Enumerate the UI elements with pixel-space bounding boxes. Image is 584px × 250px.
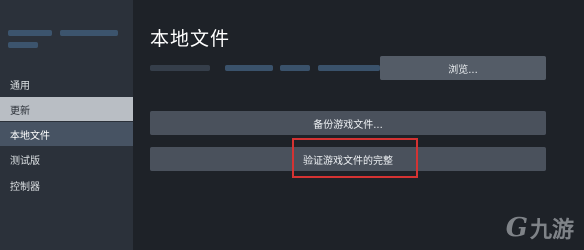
highlight-annotation-box: [292, 138, 418, 178]
sidebar-item-local-files[interactable]: 本地文件: [0, 122, 133, 146]
watermark: G 九游: [506, 212, 574, 244]
browse-button[interactable]: 浏览...: [380, 56, 546, 80]
sidebar-item-label: 测试版: [10, 155, 40, 167]
backup-button-label: 备份游戏文件...: [313, 119, 383, 131]
page-title: 本地文件: [150, 28, 231, 50]
sidebar-item-general[interactable]: 通用: [0, 72, 133, 96]
sidebar-item-updates[interactable]: 更新: [0, 97, 133, 121]
settings-sidebar: 通用 更新 本地文件 测试版 控制器: [0, 0, 133, 250]
sidebar-item-controller[interactable]: 控制器: [0, 173, 133, 197]
sidebar-item-label: 控制器: [10, 181, 40, 193]
sidebar-item-betas[interactable]: 测试版: [0, 147, 133, 171]
browse-button-label: 浏览...: [448, 64, 478, 76]
backup-game-files-button[interactable]: 备份游戏文件...: [150, 111, 546, 135]
watermark-logo: G: [505, 213, 528, 243]
watermark-text: 九游: [529, 218, 574, 243]
main-panel: 本地文件 浏览... 备份游戏文件... 验证游戏文件的完整 G 九游: [133, 0, 584, 250]
sidebar-item-label: 本地文件: [10, 130, 50, 142]
sidebar-item-label: 更新: [10, 105, 30, 117]
sidebar-item-label: 通用: [10, 80, 30, 92]
game-name-blurred: [8, 26, 124, 52]
